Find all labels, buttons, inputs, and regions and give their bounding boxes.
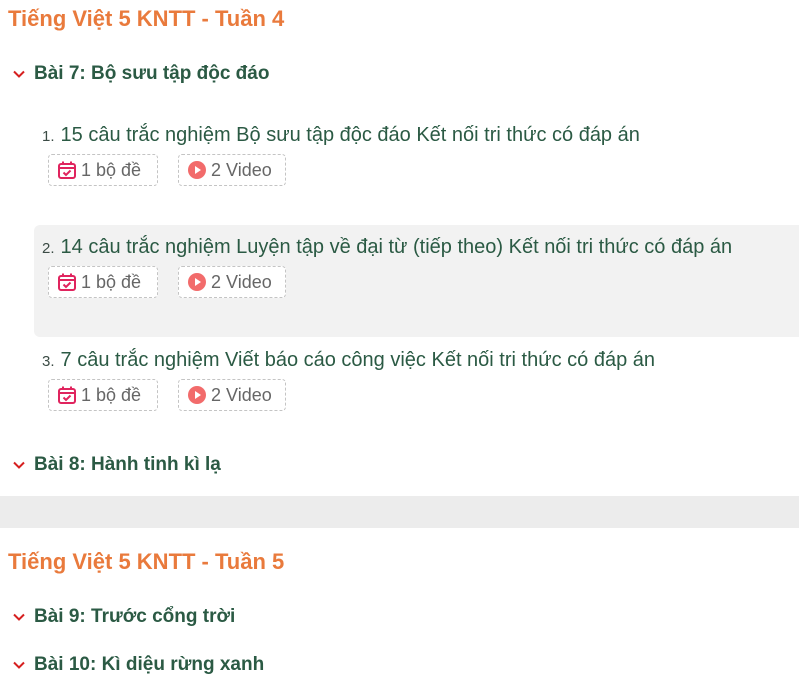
- lesson-title: Bài 8: Hành tinh kì lạ: [34, 454, 221, 475]
- item-title: 14 câu trắc nghiệm Luyện tập về đại từ (…: [60, 236, 733, 258]
- video-badge[interactable]: 2 Video: [178, 154, 286, 186]
- item-number: 1.: [42, 128, 55, 145]
- item-number: 3.: [42, 353, 55, 370]
- lesson-header-bai-10[interactable]: Bài 10: Kì diệu rừng xanh: [12, 654, 264, 676]
- chevron-down-icon: [13, 661, 25, 669]
- item-title-link[interactable]: 2. 14 câu trắc nghiệm Luyện tập về đại t…: [42, 236, 732, 259]
- quiz-count: 1 bộ đề: [81, 159, 142, 180]
- video-count: 2 Video: [211, 271, 272, 292]
- list-item: 1. 15 câu trắc nghiệm Bộ sưu tập độc đáo…: [34, 113, 799, 225]
- video-badge[interactable]: 2 Video: [178, 266, 286, 298]
- quiz-badge[interactable]: 1 bộ đề: [48, 266, 158, 298]
- quiz-count: 1 bộ đề: [81, 271, 142, 292]
- play-circle-icon: [188, 161, 206, 179]
- lesson-title: Bài 10: Kì diệu rừng xanh: [34, 654, 265, 675]
- chevron-down-icon: [13, 461, 25, 469]
- quiz-badge[interactable]: 1 bộ đề: [48, 154, 158, 186]
- section-divider: [0, 496, 799, 528]
- item-title: 7 câu trắc nghiệm Viết báo cáo công việc…: [60, 349, 655, 371]
- quiz-badge[interactable]: 1 bộ đề: [48, 379, 158, 411]
- week-title: Tiếng Việt 5 KNTT - Tuần 4: [8, 6, 285, 31]
- list-item: 2. 14 câu trắc nghiệm Luyện tập về đại t…: [34, 225, 799, 337]
- item-title-link[interactable]: 1. 15 câu trắc nghiệm Bộ sưu tập độc đáo…: [42, 124, 640, 147]
- calendar-check-icon: [58, 273, 76, 291]
- video-count: 2 Video: [211, 384, 272, 405]
- chevron-down-icon: [13, 70, 25, 78]
- video-count: 2 Video: [211, 159, 272, 180]
- item-title-link[interactable]: 3. 7 câu trắc nghiệm Viết báo cáo công v…: [42, 349, 655, 372]
- play-circle-icon: [188, 273, 206, 291]
- play-circle-icon: [188, 386, 206, 404]
- calendar-check-icon: [58, 386, 76, 404]
- list-item: 3. 7 câu trắc nghiệm Viết báo cáo công v…: [34, 338, 799, 450]
- lesson-header-bai-8[interactable]: Bài 8: Hành tinh kì lạ: [12, 454, 221, 476]
- item-title: 15 câu trắc nghiệm Bộ sưu tập độc đáo Kế…: [60, 124, 640, 146]
- lesson-header-bai-9[interactable]: Bài 9: Trước cổng trời: [12, 606, 235, 628]
- lesson-title: Bài 7: Bộ sưu tập độc đáo: [34, 63, 270, 84]
- lesson-title: Bài 9: Trước cổng trời: [34, 606, 236, 627]
- video-badge[interactable]: 2 Video: [178, 379, 286, 411]
- chevron-down-icon: [13, 613, 25, 621]
- week-title: Tiếng Việt 5 KNTT - Tuần 5: [8, 549, 285, 574]
- lesson-header-bai-7[interactable]: Bài 7: Bộ sưu tập độc đáo: [12, 63, 269, 85]
- calendar-check-icon: [58, 161, 76, 179]
- quiz-count: 1 bộ đề: [81, 384, 142, 405]
- item-number: 2.: [42, 240, 55, 257]
